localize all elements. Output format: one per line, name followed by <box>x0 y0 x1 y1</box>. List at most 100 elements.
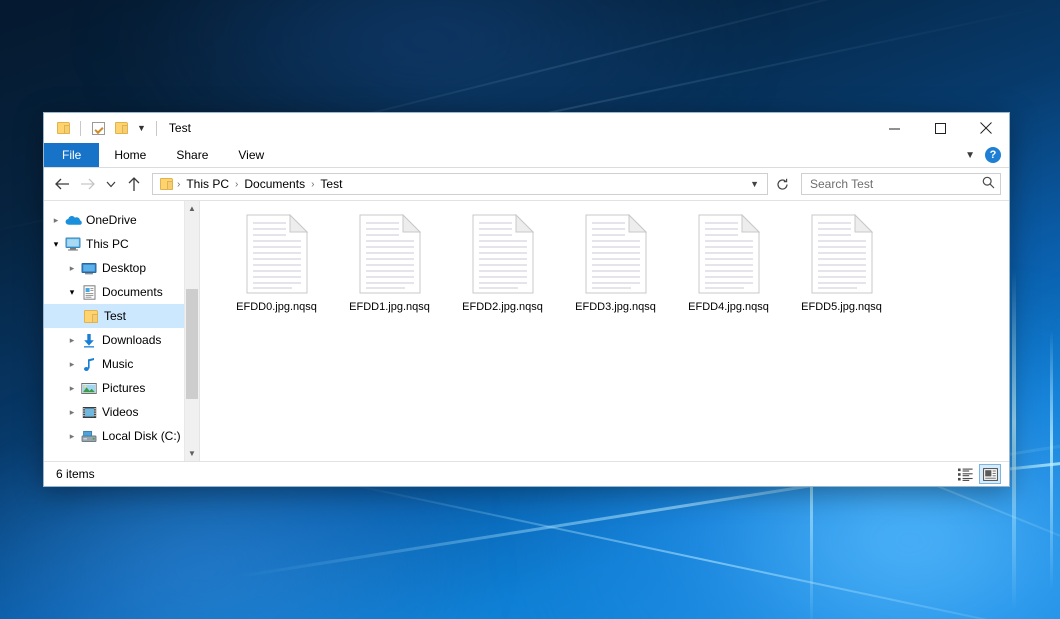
chevron-right-icon[interactable]: ▸ <box>48 216 64 225</box>
chevron-down-icon[interactable]: ▾ <box>48 240 64 249</box>
recent-locations-chevron-icon[interactable] <box>102 172 120 196</box>
file-item[interactable]: EFDD0.jpg.nqsq <box>220 211 333 313</box>
refresh-button[interactable] <box>771 173 793 195</box>
sidebar-item-downloads[interactable]: ▸ Downloads <box>44 328 199 352</box>
scrollbar-thumb[interactable] <box>186 289 198 399</box>
desktop-icon <box>80 262 98 275</box>
folder-icon <box>82 310 100 323</box>
tab-share[interactable]: Share <box>161 143 223 167</box>
search-input[interactable]: Search Test <box>801 173 1001 195</box>
close-button[interactable] <box>963 113 1009 143</box>
videos-film-icon <box>80 406 98 419</box>
sidebar-item-label: This PC <box>86 237 129 251</box>
sidebar-item-desktop[interactable]: ▸ Desktop <box>44 256 199 280</box>
minimize-button[interactable] <box>871 113 917 143</box>
chevron-down-icon[interactable]: ▾ <box>64 288 80 297</box>
file-item[interactable]: EFDD5.jpg.nqsq <box>785 211 898 313</box>
tab-view[interactable]: View <box>223 143 279 167</box>
breadcrumb-item-this-pc[interactable]: This PC <box>183 177 232 191</box>
file-name-label: EFDD2.jpg.nqsq <box>462 301 543 313</box>
chevron-right-icon[interactable]: ▸ <box>64 360 80 369</box>
sidebar-item-label: Downloads <box>102 333 161 347</box>
generic-file-icon <box>698 214 760 294</box>
sidebar-item-label: Local Disk (C:) <box>102 429 181 443</box>
forward-button[interactable] <box>76 172 100 196</box>
wallpaper-light-beam <box>1012 270 1016 610</box>
back-button[interactable] <box>50 172 74 196</box>
scroll-down-arrow-icon[interactable]: ▼ <box>185 446 199 461</box>
chevron-right-icon[interactable]: ▸ <box>64 336 80 345</box>
properties-checkbox-icon[interactable] <box>89 119 107 137</box>
wallpaper-light-beam <box>1050 330 1053 590</box>
sidebar-item-label: Videos <box>102 405 138 419</box>
toolbar-separator <box>156 121 157 136</box>
breadcrumb[interactable]: › This PC › Documents › Test ▼ <box>152 173 768 195</box>
generic-file-icon <box>359 214 421 294</box>
file-item[interactable]: EFDD3.jpg.nqsq <box>559 211 672 313</box>
toolbar-separator <box>80 121 81 136</box>
ribbon-spacer <box>279 143 959 167</box>
sidebar-item-test[interactable]: Test <box>44 304 199 328</box>
sidebar-item-this-pc[interactable]: ▾ This PC <box>44 232 199 256</box>
hard-disk-icon <box>80 430 98 443</box>
tab-file[interactable]: File <box>44 143 99 167</box>
generic-file-icon <box>585 214 647 294</box>
help-icon[interactable]: ? <box>985 147 1001 163</box>
ribbon-right-controls: ▼ ? <box>959 143 1009 167</box>
folder-icon[interactable] <box>54 119 72 137</box>
chevron-down-icon[interactable]: ▼ <box>135 124 148 133</box>
file-item[interactable]: EFDD1.jpg.nqsq <box>333 211 446 313</box>
search-icon[interactable] <box>982 176 995 192</box>
sidebar-item-videos[interactable]: ▸ Videos <box>44 400 199 424</box>
sidebar-item-music[interactable]: ▸ Music <box>44 352 199 376</box>
file-list-view[interactable]: EFDD0.jpg.nqsq <box>199 201 1009 461</box>
file-explorer-window: ▼ Test File Home Share View ▼ ? <box>43 112 1010 487</box>
pictures-icon <box>80 382 98 395</box>
chevron-right-icon[interactable]: ▸ <box>64 264 80 273</box>
maximize-button[interactable] <box>917 113 963 143</box>
previous-locations-chevron-icon[interactable]: ▼ <box>746 179 763 189</box>
sidebar-item-documents[interactable]: ▾ Documents <box>44 280 199 304</box>
sidebar-item-pictures[interactable]: ▸ Pictures <box>44 376 199 400</box>
large-icons-view-button[interactable] <box>979 464 1001 484</box>
search-placeholder: Search Test <box>810 177 982 191</box>
tab-home[interactable]: Home <box>99 143 161 167</box>
navigation-pane-scrollbar[interactable]: ▲ ▼ <box>184 201 199 461</box>
music-note-icon <box>80 357 98 372</box>
generic-file-icon <box>246 214 308 294</box>
file-grid: EFDD0.jpg.nqsq <box>220 211 1009 313</box>
scroll-up-arrow-icon[interactable]: ▲ <box>185 201 199 216</box>
sidebar-item-label: Music <box>102 357 133 371</box>
file-name-label: EFDD4.jpg.nqsq <box>688 301 769 313</box>
sidebar-item-onedrive[interactable]: ▸ OneDrive <box>44 208 199 232</box>
up-button[interactable] <box>122 172 146 196</box>
chevron-right-icon[interactable]: ▸ <box>64 432 80 441</box>
sidebar-item-label: OneDrive <box>86 213 137 227</box>
sidebar-item-label: Pictures <box>102 381 145 395</box>
title-bar[interactable]: ▼ Test <box>44 113 1009 143</box>
file-item[interactable]: EFDD4.jpg.nqsq <box>672 211 785 313</box>
status-bar: 6 items <box>44 461 1009 486</box>
details-view-button[interactable] <box>954 464 976 484</box>
breadcrumb-item-test[interactable]: Test <box>317 177 345 191</box>
file-name-label: EFDD5.jpg.nqsq <box>801 301 882 313</box>
chevron-right-icon[interactable]: ▸ <box>64 384 80 393</box>
breadcrumb-item-documents[interactable]: Documents <box>241 177 308 191</box>
sidebar-item-local-disk-c[interactable]: ▸ Local Disk (C:) <box>44 424 199 448</box>
breadcrumb-separator: › <box>234 179 239 190</box>
file-item[interactable]: EFDD2.jpg.nqsq <box>446 211 559 313</box>
generic-file-icon <box>811 214 873 294</box>
chevron-right-icon[interactable]: ▸ <box>64 408 80 417</box>
window-body: ▸ OneDrive ▾ Thi <box>44 200 1009 461</box>
sidebar-item-label: Desktop <box>102 261 146 275</box>
downloads-icon <box>80 333 98 348</box>
sidebar-item-label: Documents <box>102 285 163 299</box>
file-name-label: EFDD1.jpg.nqsq <box>349 301 430 313</box>
window-title: Test <box>169 121 191 135</box>
new-folder-icon[interactable] <box>112 119 130 137</box>
view-mode-buttons <box>954 464 1001 484</box>
item-count-label: 6 items <box>56 467 95 481</box>
generic-file-icon <box>472 214 534 294</box>
expand-ribbon-chevron-icon[interactable]: ▼ <box>959 150 981 161</box>
address-bar: › This PC › Documents › Test ▼ Search Te… <box>44 168 1009 200</box>
